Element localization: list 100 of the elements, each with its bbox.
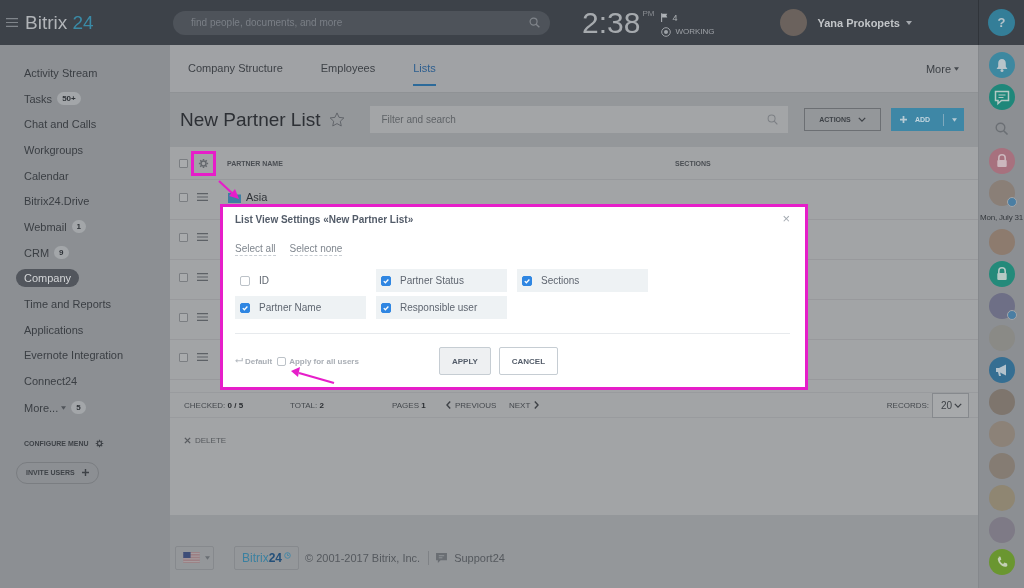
plus-icon (900, 116, 907, 123)
checkbox[interactable] (240, 302, 250, 313)
next-page-link[interactable]: NEXT (509, 400, 540, 410)
avatar-placeholder[interactable] (988, 293, 1015, 319)
tab[interactable]: Lists (413, 45, 436, 86)
checkbox[interactable] (240, 275, 250, 286)
tab[interactable]: Employees (320, 45, 376, 86)
record-icon (661, 26, 672, 37)
caret-icon (952, 117, 958, 122)
sidebar-item[interactable]: Connect24 (16, 372, 86, 391)
user-avatar-placeholder[interactable] (780, 9, 808, 36)
gear-icon (94, 439, 104, 449)
row-checkbox[interactable] (179, 193, 188, 202)
apply-button[interactable]: APPLY (438, 347, 491, 375)
row-menu-icon[interactable] (197, 313, 208, 321)
gear-icon[interactable] (198, 157, 209, 169)
language-select[interactable] (175, 545, 214, 570)
more-menu-button[interactable]: More (925, 45, 959, 86)
sidebar-item[interactable]: CRM 9 (16, 243, 77, 262)
caret-icon[interactable] (906, 20, 912, 25)
phone-icon[interactable] (988, 549, 1015, 575)
sidebar-item[interactable]: Applications (16, 320, 92, 339)
checkbox[interactable] (381, 275, 391, 286)
plus-icon (81, 469, 89, 477)
row-menu-icon[interactable] (197, 233, 208, 241)
chat-icon[interactable] (988, 84, 1015, 110)
sidebar-item[interactable]: Activity Stream (16, 63, 106, 82)
avatar-placeholder[interactable] (988, 180, 1015, 206)
sidebar-item[interactable]: Time and Reports (16, 295, 120, 314)
select-none-link[interactable]: Select none (289, 243, 343, 256)
user-name[interactable]: Yana Prokopets (817, 16, 900, 29)
close-icon (184, 437, 191, 444)
select-all-link[interactable]: Select all (235, 243, 276, 256)
checked-count: CHECKED: 0 / 5 (184, 400, 245, 410)
avatar-placeholder[interactable] (988, 485, 1015, 511)
avatar-placeholder[interactable] (988, 229, 1015, 255)
lock-icon[interactable] (988, 148, 1015, 174)
column-option[interactable]: Partner Name (235, 296, 366, 319)
filter-search-field[interactable]: Filter and search (370, 106, 788, 133)
checkbox[interactable] (381, 302, 391, 313)
apply-all-checkbox[interactable] (277, 356, 287, 366)
tab[interactable]: Company Structure (188, 45, 283, 86)
records-select[interactable]: 20 (932, 392, 969, 418)
row-checkbox[interactable] (179, 353, 188, 362)
work-status-button[interactable]: WORKING (661, 26, 715, 37)
help-button[interactable]: ? (988, 9, 1015, 36)
status-badge-icon (1006, 310, 1017, 320)
menu-icon[interactable] (6, 18, 18, 27)
sidebar-item[interactable]: Workgroups (16, 140, 92, 159)
avatar-placeholder[interactable] (988, 421, 1015, 447)
search-icon[interactable] (767, 114, 778, 125)
sidebar-item[interactable]: Bitrix24.Drive (16, 192, 98, 211)
copyright-text: © 2001-2017 Bitrix, Inc. (305, 551, 421, 564)
avatar-placeholder[interactable] (988, 453, 1015, 479)
select-all-checkbox[interactable] (179, 158, 188, 168)
bitrix24-logo[interactable]: Bitrix24 (234, 545, 300, 570)
avatar-placeholder[interactable] (988, 389, 1015, 415)
row-menu-icon[interactable] (197, 353, 208, 361)
option-label: Responsible user (400, 302, 478, 313)
chat-bubble-icon (436, 552, 448, 563)
column-option[interactable]: Partner Status (376, 269, 507, 292)
previous-page-link[interactable]: PREVIOUS (446, 400, 509, 410)
chevron-down-icon (954, 402, 962, 408)
return-arrow-icon (235, 358, 243, 364)
count-badge: 5 (71, 401, 86, 415)
search-icon[interactable] (529, 17, 540, 28)
flag-icon (661, 13, 669, 22)
option-label: Partner Status (400, 275, 464, 286)
column-option[interactable]: ID (235, 269, 366, 292)
sidebar-item[interactable]: Calendar (16, 166, 77, 185)
sidebar-item[interactable]: Chat and Calls (16, 115, 105, 134)
support-link[interactable]: Support24 (436, 551, 505, 564)
star-icon[interactable] (329, 112, 346, 127)
section-name[interactable]: Asia (246, 191, 268, 204)
row-menu-icon[interactable] (197, 193, 208, 201)
sidebar-item[interactable]: Evernote Integration (16, 346, 132, 365)
reset-default-link[interactable]: Default (235, 356, 273, 366)
flag-icon (183, 552, 200, 563)
sidebar-item[interactable]: Webmail 1 (16, 217, 95, 236)
records-label: RECORDS: (886, 400, 929, 410)
sidebar-item[interactable]: Company (16, 269, 80, 288)
bell-icon[interactable] (988, 52, 1015, 78)
checkbox[interactable] (522, 275, 532, 286)
cancel-button[interactable]: CANCEL (498, 347, 558, 375)
sidebar-item[interactable]: Tasks 50+ (16, 89, 89, 108)
close-button[interactable]: × (782, 212, 790, 226)
option-label: ID (259, 275, 269, 286)
column-option[interactable]: Sections (517, 269, 648, 292)
row-checkbox[interactable] (179, 273, 188, 282)
option-label: Partner Name (259, 302, 322, 313)
date-label: Mon, July 31 (980, 212, 1023, 223)
annotation-arrow (291, 367, 335, 385)
row-checkbox[interactable] (179, 313, 188, 322)
lock-icon[interactable] (988, 261, 1015, 287)
bitrix24-logo[interactable]: Bitrix 24 (25, 11, 94, 34)
column-option[interactable]: Responsible user (376, 296, 507, 319)
row-checkbox[interactable] (179, 233, 188, 242)
megaphone-icon[interactable] (988, 357, 1015, 383)
row-menu-icon[interactable] (197, 273, 208, 281)
more-menu-button[interactable]: More... 5 (16, 398, 94, 417)
